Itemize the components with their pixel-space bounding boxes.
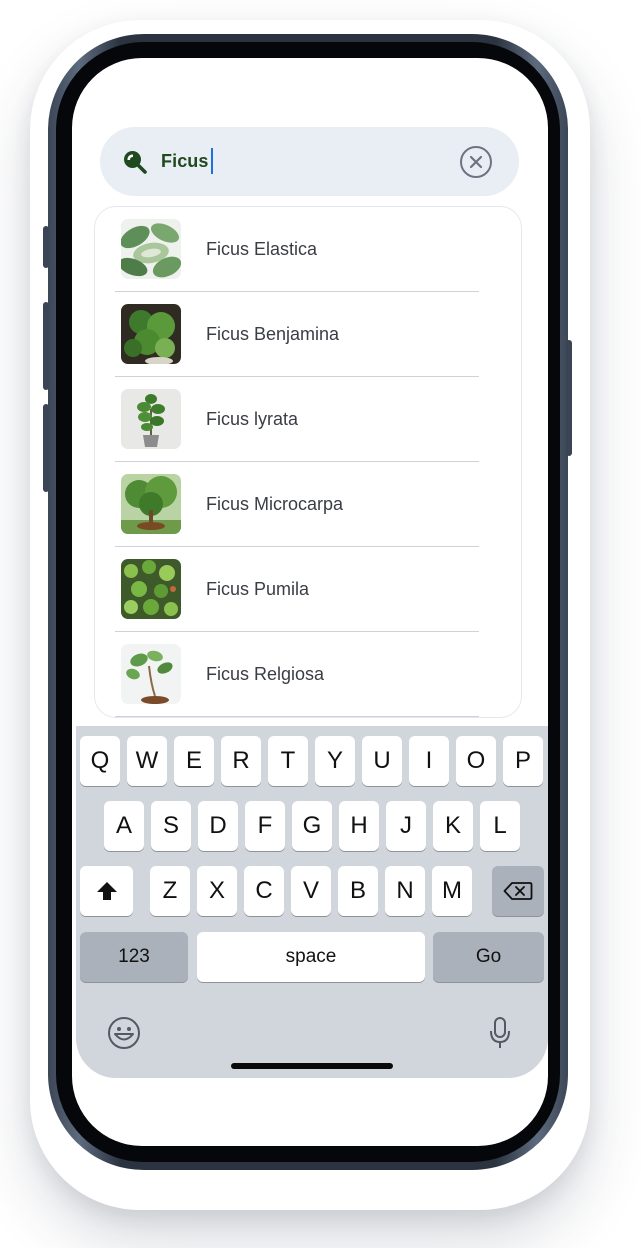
- emoji-icon[interactable]: [107, 1016, 141, 1050]
- plant-thumbnail: [121, 474, 181, 534]
- key-d[interactable]: D: [198, 801, 238, 851]
- numbers-key[interactable]: 123: [80, 932, 188, 982]
- space-key[interactable]: space: [197, 932, 425, 982]
- result-ficus-microcarpa[interactable]: Ficus Microcarpa: [115, 462, 479, 547]
- key-m[interactable]: M: [432, 866, 472, 916]
- volume-up-button: [43, 302, 49, 390]
- result-label: Ficus Pumila: [206, 579, 310, 599]
- plant-thumbnail: [121, 644, 181, 704]
- mute-switch: [43, 226, 49, 268]
- key-p[interactable]: P: [503, 736, 543, 786]
- key-q[interactable]: Q: [80, 736, 120, 786]
- search-results-list: Ficus Elastica Ficus Benjamina Ficus lyr…: [94, 206, 522, 718]
- shift-icon: [96, 882, 117, 900]
- power-button: [566, 340, 572, 456]
- plant-thumbnail: [121, 219, 181, 279]
- plant-thumbnail: [121, 389, 181, 449]
- key-b[interactable]: B: [338, 866, 378, 916]
- result-label: Ficus Benjamina: [206, 324, 340, 344]
- key-a[interactable]: A: [104, 801, 144, 851]
- key-f[interactable]: F: [245, 801, 285, 851]
- delete-key[interactable]: [492, 866, 544, 916]
- microphone-icon[interactable]: [488, 1016, 512, 1050]
- result-ficus-benjamina[interactable]: Ficus Benjamina: [115, 292, 479, 377]
- key-s[interactable]: S: [151, 801, 191, 851]
- volume-down-button: [43, 404, 49, 492]
- key-h[interactable]: H: [339, 801, 379, 851]
- phone-screen: Ficus Ficus Elastica Ficus Benjamina Fic…: [72, 58, 548, 1146]
- key-x[interactable]: X: [197, 866, 237, 916]
- key-t[interactable]: T: [268, 736, 308, 786]
- plant-thumbnail: [121, 304, 181, 364]
- key-k[interactable]: K: [433, 801, 473, 851]
- result-ficus-pumila[interactable]: Ficus Pumila: [115, 547, 479, 632]
- text-cursor: [211, 148, 213, 174]
- plant-thumbnail: [121, 559, 181, 619]
- divider: [115, 716, 479, 717]
- key-e[interactable]: E: [174, 736, 214, 786]
- clear-search-button[interactable]: [460, 146, 492, 178]
- backspace-icon: [503, 882, 533, 900]
- result-label: Ficus Elastica: [206, 239, 318, 259]
- key-l[interactable]: L: [480, 801, 520, 851]
- key-i[interactable]: I: [409, 736, 449, 786]
- result-ficus-elastica[interactable]: Ficus Elastica: [115, 207, 479, 292]
- close-icon: [469, 155, 483, 169]
- key-j[interactable]: J: [386, 801, 426, 851]
- search-bar[interactable]: Ficus: [100, 127, 519, 196]
- result-label: Ficus Microcarpa: [206, 494, 344, 514]
- key-u[interactable]: U: [362, 736, 402, 786]
- home-indicator: [231, 1063, 393, 1069]
- search-input[interactable]: Ficus: [161, 149, 209, 173]
- key-c[interactable]: C: [244, 866, 284, 916]
- key-g[interactable]: G: [292, 801, 332, 851]
- key-y[interactable]: Y: [315, 736, 355, 786]
- result-ficus-relgiosa[interactable]: Ficus Relgiosa: [115, 632, 479, 717]
- result-ficus-lyrata[interactable]: Ficus lyrata: [115, 377, 479, 462]
- result-label: Ficus Relgiosa: [206, 664, 325, 684]
- on-screen-keyboard: Q W E R T Y U I O P A S D F G H J K L Z …: [76, 726, 548, 1078]
- key-v[interactable]: V: [291, 866, 331, 916]
- key-w[interactable]: W: [127, 736, 167, 786]
- key-r[interactable]: R: [221, 736, 261, 786]
- shift-key[interactable]: [80, 866, 133, 916]
- key-n[interactable]: N: [385, 866, 425, 916]
- go-key[interactable]: Go: [433, 932, 544, 982]
- result-label: Ficus lyrata: [206, 409, 299, 429]
- key-z[interactable]: Z: [150, 866, 190, 916]
- key-o[interactable]: O: [456, 736, 496, 786]
- search-icon[interactable]: [122, 149, 148, 175]
